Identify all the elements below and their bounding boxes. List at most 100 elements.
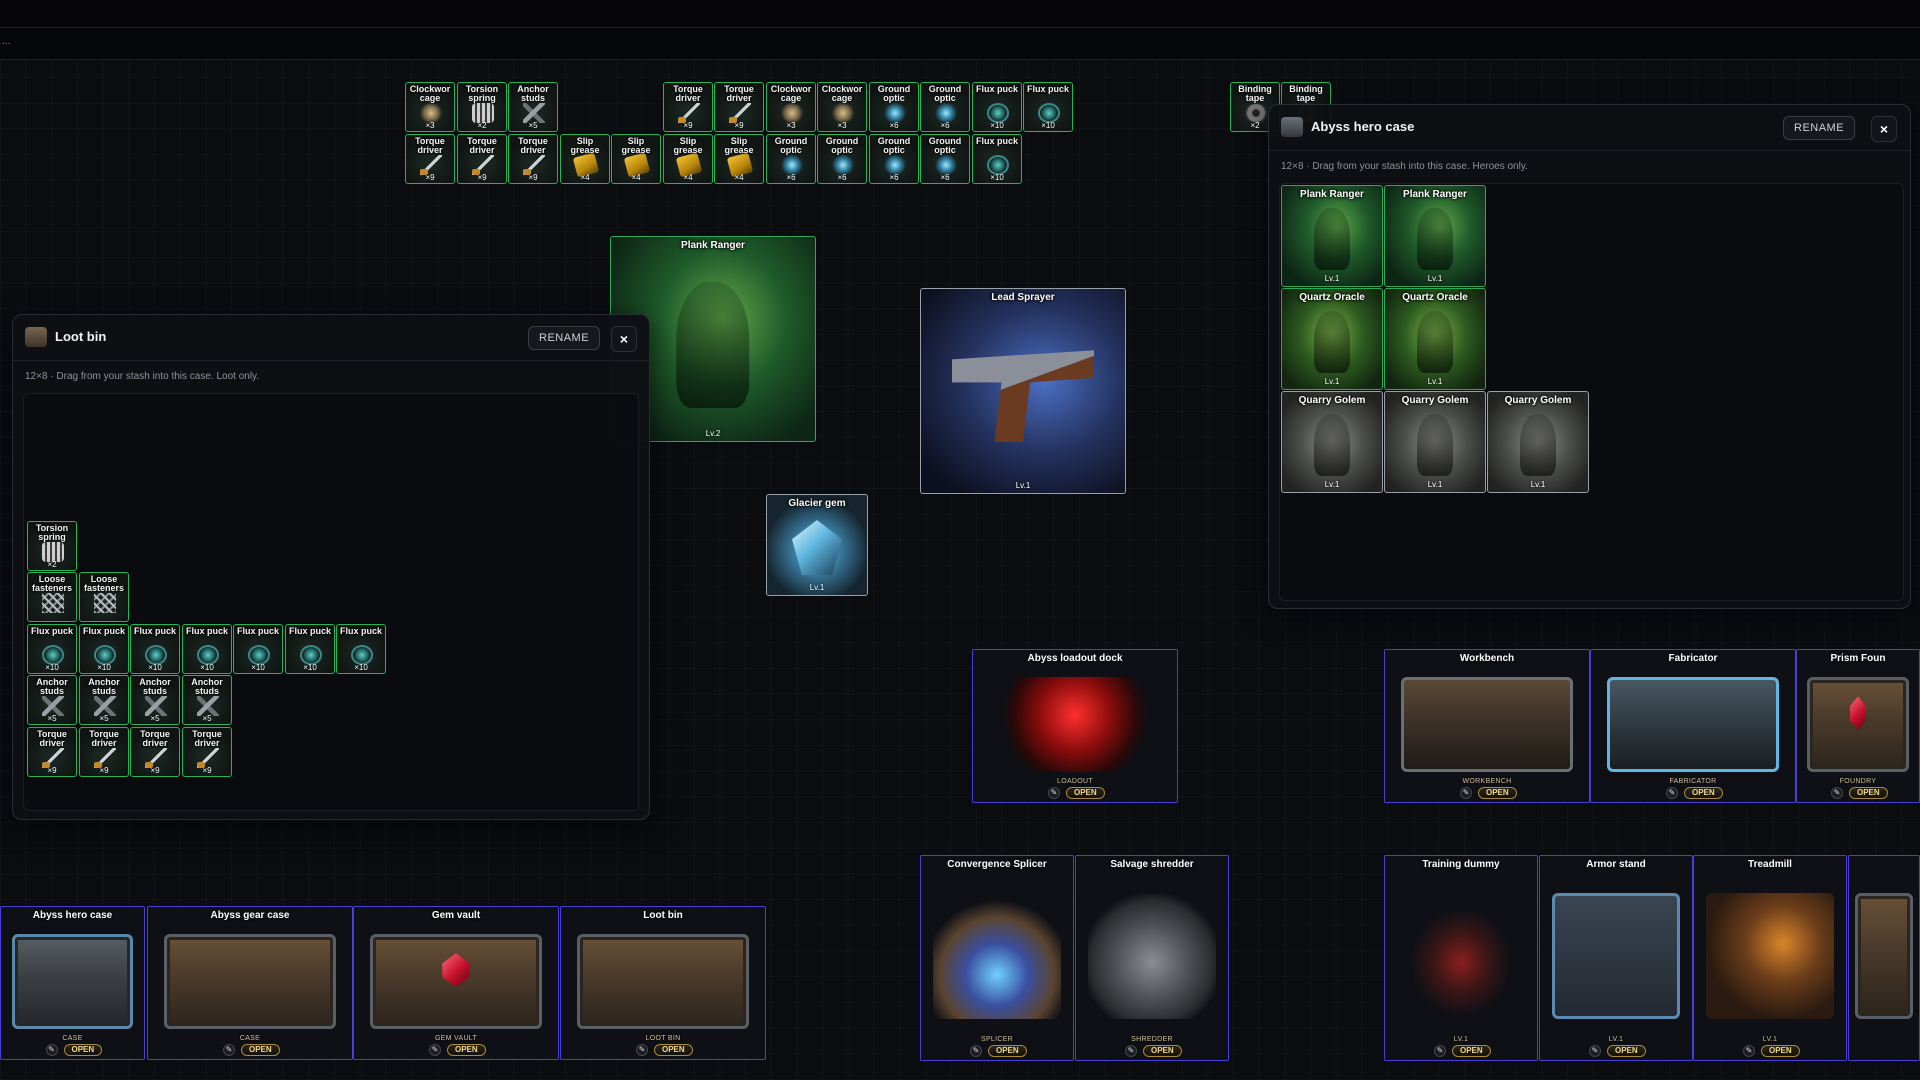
close-button[interactable]: × [1871, 116, 1897, 142]
hero-card[interactable]: Quarry Golem Lv.1 [1384, 391, 1486, 493]
hero-grid[interactable]: Plank Ranger Lv.1 Plank Ranger Lv.1 Quartz O… [1279, 183, 1904, 601]
loot-slot[interactable]: Flux puck ×10 [79, 624, 129, 674]
hero-card[interactable]: Quarry Golem Lv.1 [1487, 391, 1589, 493]
station-card[interactable]: Convergence Splicer SPLICER ✎ OPEN [920, 855, 1074, 1061]
edit-icon[interactable]: ✎ [1048, 787, 1060, 799]
loot-grid[interactable]: Torsion spring ×2 Loose fasteners Loose fas… [23, 393, 639, 811]
open-button[interactable]: OPEN [1452, 1045, 1491, 1057]
loot-slot[interactable]: Flux puck ×10 [182, 624, 232, 674]
close-button[interactable]: × [611, 326, 637, 352]
rename-button[interactable]: RENAME [528, 326, 601, 350]
edit-icon[interactable]: ✎ [1831, 787, 1843, 799]
open-button[interactable]: OPEN [1849, 787, 1888, 799]
loot-slot[interactable]: Flux puck ×10 [130, 624, 180, 674]
loot-slot[interactable]: Flux puck ×10 [336, 624, 386, 674]
station-card[interactable]: Salvage shredder SHREDDER ✎ OPEN [1075, 855, 1229, 1061]
station-card[interactable]: Prism Foun FOUNDRY ✎ OPEN [1796, 649, 1920, 803]
open-button[interactable]: OPEN [1066, 787, 1105, 799]
loot-slot[interactable]: Torque driver ×9 [27, 727, 77, 777]
loot-slot[interactable]: Torque driver ×9 [130, 727, 180, 777]
open-button[interactable]: OPEN [1761, 1045, 1800, 1057]
station-card[interactable]: Gem vault GEM VAULT ✎ OPEN [353, 906, 559, 1060]
stash-slot[interactable]: Clockwor cage ×3 [766, 82, 816, 132]
loot-slot[interactable]: Anchor studs ×5 [182, 675, 232, 725]
stash-slot[interactable]: Torsion spring ×2 [457, 82, 507, 132]
loot-slot[interactable]: Torque driver ×9 [79, 727, 129, 777]
edit-icon[interactable]: ✎ [429, 1044, 441, 1056]
hero-card[interactable]: Quartz Oracle Lv.1 [1281, 288, 1383, 390]
loot-slot[interactable]: Loose fasteners [79, 572, 129, 622]
open-button[interactable]: OPEN [1684, 787, 1723, 799]
stash-slot[interactable]: Ground optic ×6 [817, 134, 867, 184]
stash-slot[interactable]: Flux puck ×10 [972, 82, 1022, 132]
stash-slot[interactable]: Ground optic ×6 [869, 82, 919, 132]
rename-button[interactable]: RENAME [1783, 116, 1856, 140]
stash-slot[interactable]: Torque driver ×9 [508, 134, 558, 184]
open-button[interactable]: OPEN [1478, 787, 1517, 799]
stash-slot[interactable]: Torque driver ×9 [663, 82, 713, 132]
station-card[interactable]: Abyss hero case CASE ✎ OPEN [0, 906, 145, 1060]
open-button[interactable]: OPEN [63, 1044, 103, 1056]
stash-slot[interactable]: Slip grease ×4 [663, 134, 713, 184]
edit-icon[interactable]: ✎ [1589, 1045, 1601, 1057]
stash-slot[interactable]: Clockwor cage ×3 [817, 82, 867, 132]
overflow-dots[interactable]: ... [2, 36, 10, 47]
hero-card[interactable]: Quartz Oracle Lv.1 [1384, 288, 1486, 390]
station-card[interactable]: Workbench WORKBENCH ✎ OPEN [1384, 649, 1590, 803]
stash-slot[interactable]: Slip grease ×4 [714, 134, 764, 184]
station-card[interactable]: Armor stand LV.1 ✎ OPEN [1539, 855, 1693, 1061]
stash-slot[interactable]: Clockwor cage ×3 [405, 82, 455, 132]
optic-icon [935, 155, 957, 175]
station-card[interactable]: Training dummy LV.1 ✎ OPEN [1384, 855, 1538, 1061]
gem-card-glacier[interactable]: Glacier gem Lv.1 [766, 494, 868, 596]
edit-icon[interactable]: ✎ [1434, 1045, 1446, 1057]
loot-slot[interactable]: Anchor studs ×5 [79, 675, 129, 725]
stash-slot[interactable]: Torque driver ×9 [405, 134, 455, 184]
edit-icon[interactable]: ✎ [970, 1045, 982, 1057]
station-card[interactable]: Treadmill LV.1 ✎ OPEN [1693, 855, 1847, 1061]
weapon-card-lead-sprayer[interactable]: Lead Sprayer Lv.1 [920, 288, 1126, 494]
stash-slot[interactable]: Ground optic ×6 [920, 82, 970, 132]
edit-icon[interactable]: ✎ [223, 1044, 235, 1056]
loot-slot[interactable]: Flux puck ×10 [27, 624, 77, 674]
station-card[interactable]: Loot bin LOOT BIN ✎ OPEN [560, 906, 766, 1060]
stash-slot[interactable]: Slip grease ×4 [611, 134, 661, 184]
edit-icon[interactable]: ✎ [1666, 787, 1678, 799]
open-button[interactable]: OPEN [1607, 1045, 1646, 1057]
loot-slot[interactable]: Torsion spring ×2 [27, 521, 77, 571]
open-button[interactable]: OPEN [654, 1044, 693, 1056]
stash-slot[interactable]: Flux puck ×10 [1023, 82, 1073, 132]
loot-slot[interactable]: Flux puck ×10 [285, 624, 335, 674]
edit-icon[interactable]: ✎ [1743, 1045, 1755, 1057]
hero-card[interactable]: Plank Ranger Lv.1 [1384, 185, 1486, 287]
loot-slot[interactable]: Flux puck ×10 [233, 624, 283, 674]
station-card[interactable]: Fabricator FABRICATOR ✎ OPEN [1590, 649, 1796, 803]
open-button[interactable]: OPEN [1143, 1045, 1182, 1057]
open-button[interactable]: OPEN [447, 1044, 486, 1056]
stash-slot[interactable]: Torque driver ×9 [714, 82, 764, 132]
open-button[interactable]: OPEN [988, 1045, 1027, 1057]
station-card[interactable]: Abyss loadout dock LOADOUT ✎ OPEN [972, 649, 1178, 803]
item-name: Flux puck [288, 626, 331, 636]
stash-slot[interactable]: Anchor studs ×5 [508, 82, 558, 132]
loot-slot[interactable]: Anchor studs ×5 [27, 675, 77, 725]
open-button[interactable]: OPEN [241, 1044, 280, 1056]
stash-slot[interactable]: Ground optic ×6 [920, 134, 970, 184]
station-card[interactable] [1848, 855, 1920, 1061]
loot-slot[interactable]: Torque driver ×9 [182, 727, 232, 777]
loot-slot[interactable]: Loose fasteners [27, 572, 77, 622]
item-quantity: ×3 [837, 121, 847, 130]
hero-card[interactable]: Plank Ranger Lv.1 [1281, 185, 1383, 287]
stash-slot[interactable]: Ground optic ×6 [766, 134, 816, 184]
edit-icon[interactable]: ✎ [1460, 787, 1472, 799]
station-card[interactable]: Abyss gear case CASE ✎ OPEN [147, 906, 353, 1060]
edit-icon[interactable]: ✎ [636, 1044, 648, 1056]
edit-icon[interactable]: ✎ [1125, 1045, 1137, 1057]
stash-slot[interactable]: Slip grease ×4 [560, 134, 610, 184]
stash-slot[interactable]: Flux puck ×10 [972, 134, 1022, 184]
loot-slot[interactable]: Anchor studs ×5 [130, 675, 180, 725]
hero-card[interactable]: Quarry Golem Lv.1 [1281, 391, 1383, 493]
stash-slot[interactable]: Torque driver ×9 [457, 134, 507, 184]
stash-slot[interactable]: Ground optic ×6 [869, 134, 919, 184]
edit-icon[interactable]: ✎ [45, 1044, 58, 1056]
